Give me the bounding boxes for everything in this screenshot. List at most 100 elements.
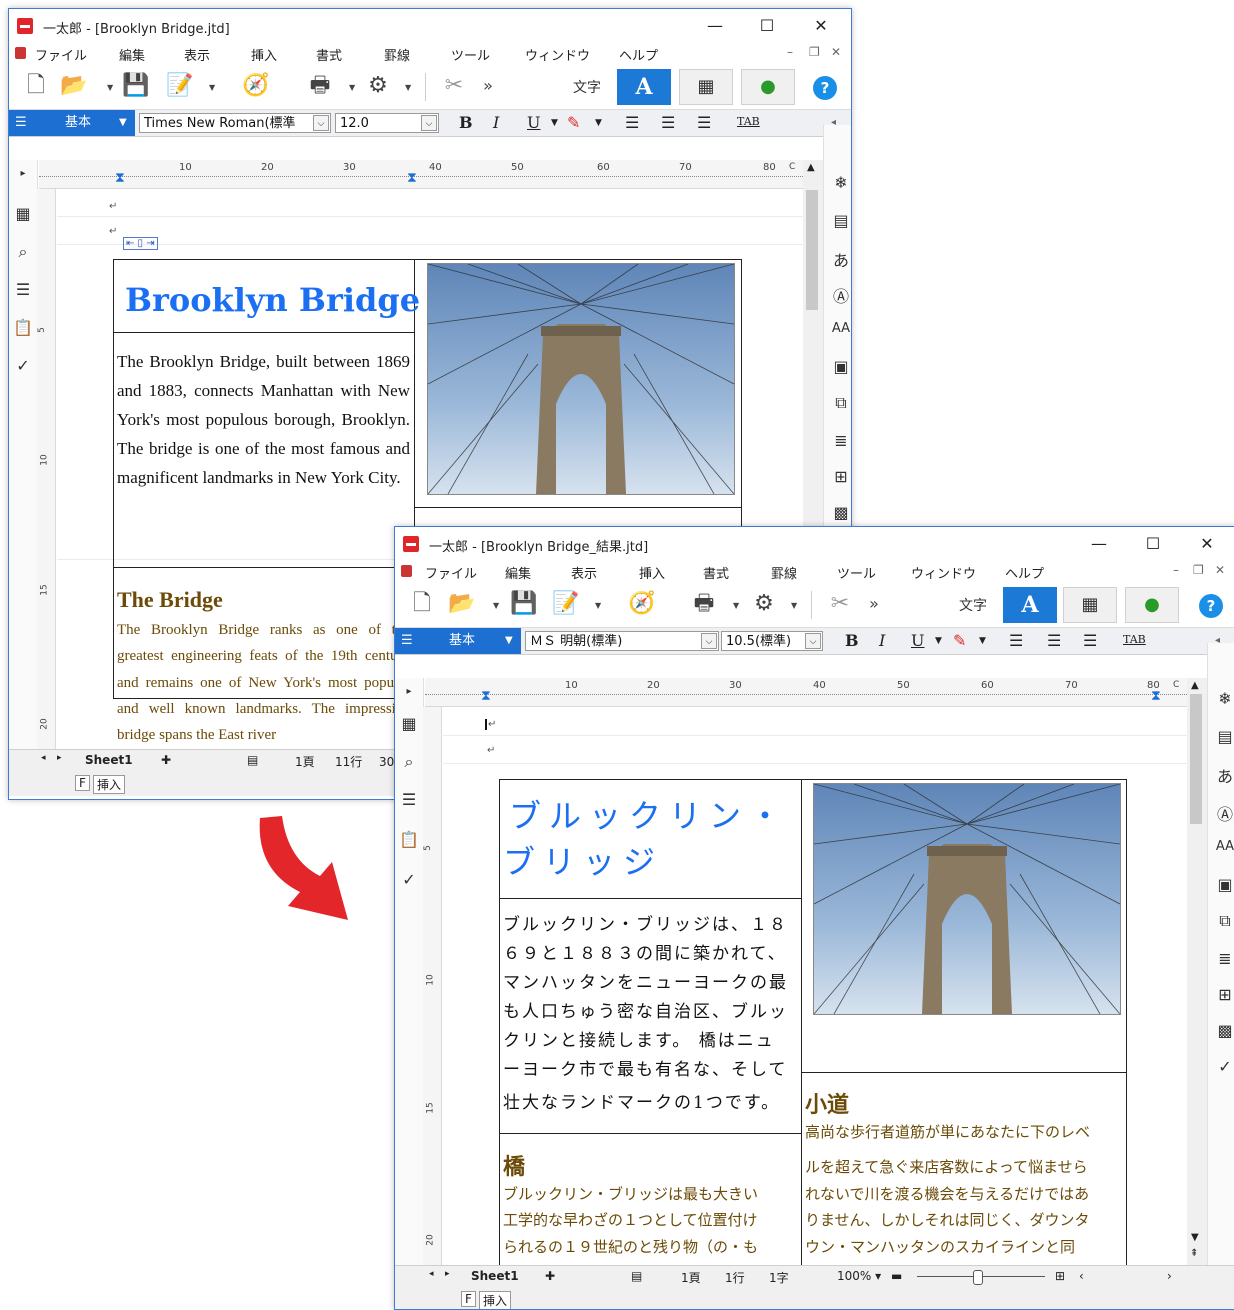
tab-icon[interactable]: TAB <box>1123 633 1146 646</box>
more-tools-icon[interactable]: » <box>859 589 889 619</box>
font-style-icon[interactable]: Ⓐ <box>1215 801 1234 824</box>
indent-icon[interactable]: ≣ <box>831 431 851 453</box>
palette-icon[interactable]: ❄ <box>1215 689 1234 711</box>
document-area[interactable]: ↵ ↵ ブルックリン・ ブリッジ ブルックリン・ブリッジは、１８ ６９と１８８３… <box>443 707 1187 1273</box>
close-button[interactable]: ✕ <box>1187 531 1227 557</box>
align-center-icon[interactable]: ☰ <box>661 113 675 132</box>
font-style-icon[interactable]: Ⓐ <box>831 283 851 306</box>
save-dropdown-icon[interactable]: ▼ <box>595 601 601 610</box>
grid-icon[interactable]: ▩ <box>831 503 851 525</box>
check-icon[interactable]: ✓ <box>13 356 33 376</box>
maximize-button[interactable]: ☐ <box>1133 531 1173 557</box>
scrollbar-thumb[interactable] <box>1190 694 1202 824</box>
scroll-up-icon[interactable]: ▲ <box>1191 680 1199 691</box>
add-sheet-icon[interactable]: ✚ <box>545 1269 555 1283</box>
style-selector[interactable]: ☰ 基本 ▼ <box>9 110 135 136</box>
mdi-close-icon[interactable]: ✕ <box>831 45 841 59</box>
save-as-icon[interactable]: 📝 <box>551 589 581 619</box>
insert-mode-indicator[interactable]: 挿入 <box>479 1291 512 1309</box>
font-size-icon[interactable]: AA <box>1215 839 1234 861</box>
copy-icon[interactable]: ⧉ <box>831 393 851 415</box>
tab-icon[interactable]: TAB <box>737 115 760 128</box>
font-size-field[interactable]: 10.5(標準) ⌵ <box>721 631 823 651</box>
sheet-tab[interactable]: Sheet1 <box>85 753 133 767</box>
column-handle-icon[interactable]: ⇤ ▯ ⇥ <box>123 237 158 250</box>
align-right-icon[interactable]: ☰ <box>1083 631 1097 650</box>
more-tools-icon[interactable]: » <box>473 71 503 101</box>
document-icon[interactable] <box>401 565 412 577</box>
layout-icon[interactable]: ▣ <box>831 357 851 379</box>
cut-icon[interactable]: ✂ <box>439 71 469 101</box>
check-icon[interactable]: ✓ <box>399 870 419 890</box>
print-settings-icon[interactable]: ⚙ <box>363 71 393 101</box>
table-mode-button[interactable]: ▦ <box>1063 587 1117 623</box>
vertical-ruler[interactable]: 5 10 15 20 <box>423 707 442 1273</box>
bridge-photo[interactable] <box>427 263 735 495</box>
print-icon[interactable]: 🖶 <box>305 71 335 101</box>
menu-format[interactable]: 書式 <box>703 563 729 582</box>
mdi-restore-icon[interactable]: ❐ <box>809 45 820 59</box>
zoom-slider-thumb[interactable] <box>973 1270 983 1285</box>
horizontal-ruler[interactable]: 10 20 30 40 50 60 70 80 C ⧗ ⧗ <box>425 678 1187 707</box>
menu-window[interactable]: ウィンドウ <box>525 45 590 64</box>
check-mark-icon[interactable]: ✓ <box>1215 1057 1234 1079</box>
new-document-icon[interactable]: 🗋 <box>21 71 51 101</box>
font-name-field[interactable]: ＭＳ 明朝(標準) ⌵ <box>525 631 719 651</box>
expand-panel-icon[interactable]: ▸ <box>399 686 419 706</box>
search-icon[interactable]: ⌕ <box>399 752 419 772</box>
indent-marker-icon[interactable]: ⧗ <box>115 170 125 186</box>
title-bar[interactable]: 一太郎 - [Brooklyn Bridge.jtd] — ☐ ✕ <box>9 9 851 43</box>
scroll-down-icon[interactable]: ▼ <box>1191 1232 1199 1243</box>
insert-mode-indicator[interactable]: 挿入 <box>93 775 126 794</box>
thumbnails-icon[interactable]: ▦ <box>13 204 33 224</box>
zoom-in-icon[interactable]: ⊞ <box>1055 1269 1065 1283</box>
menu-help[interactable]: ヘルプ <box>619 45 658 64</box>
menu-file[interactable]: ファイル <box>35 45 87 64</box>
align-right-icon[interactable]: ☰ <box>697 113 711 132</box>
menu-ruled-lines[interactable]: 罫線 <box>771 563 797 582</box>
page-up-icon[interactable]: ⇞ <box>1190 1248 1198 1259</box>
copy-icon[interactable]: ⧉ <box>1215 911 1234 933</box>
right-indent-marker-icon[interactable]: ⧗ <box>1151 688 1161 704</box>
font-dropdown-icon[interactable]: ⌵ <box>313 115 329 131</box>
print-dropdown-icon[interactable]: ▼ <box>733 601 739 610</box>
maximize-button[interactable]: ☐ <box>747 13 787 39</box>
style-dropdown-icon[interactable]: ▼ <box>505 628 513 654</box>
open-dropdown-icon[interactable]: ▼ <box>493 601 499 610</box>
help-icon[interactable]: ? <box>1199 594 1223 618</box>
cut-icon[interactable]: ✂ <box>825 589 855 619</box>
vertical-scrollbar[interactable]: ▲ ▼ ⇞ <box>1187 678 1207 1274</box>
underline-button[interactable]: U <box>527 113 540 132</box>
sheet-prev-icon[interactable]: ◂ <box>429 1269 434 1279</box>
align-left-icon[interactable]: ☰ <box>1009 631 1023 650</box>
grid-icon[interactable]: ▩ <box>1215 1021 1234 1043</box>
save-icon[interactable]: 💾 <box>121 71 151 101</box>
function-key-indicator[interactable]: F <box>461 1291 476 1307</box>
menu-edit[interactable]: 編集 <box>505 563 531 582</box>
save-dropdown-icon[interactable]: ▼ <box>209 83 215 92</box>
text-mode-button[interactable]: A <box>1003 587 1057 623</box>
bold-button[interactable]: B <box>459 113 473 132</box>
font-dropdown-icon[interactable]: ⌵ <box>701 633 717 649</box>
print-icon[interactable]: 🖶 <box>689 589 719 619</box>
sheet-prev-icon[interactable]: ◂ <box>41 753 46 763</box>
character-icon[interactable]: あ <box>831 247 851 270</box>
align-center-icon[interactable]: ☰ <box>1047 631 1061 650</box>
palette-icon[interactable]: ❄ <box>831 173 851 195</box>
menu-help[interactable]: ヘルプ <box>1005 563 1044 582</box>
open-dropdown-icon[interactable]: ▼ <box>107 83 113 92</box>
settings-dropdown-icon[interactable]: ▼ <box>791 601 797 610</box>
open-icon[interactable]: 📂 <box>447 589 477 619</box>
minimize-button[interactable]: — <box>1079 531 1119 557</box>
align-left-icon[interactable]: ☰ <box>625 113 639 132</box>
search-icon[interactable]: ⌕ <box>13 242 33 262</box>
expand-panel-icon[interactable]: ▸ <box>13 168 33 188</box>
font-size-icon[interactable]: AA <box>831 321 851 343</box>
menu-insert[interactable]: 挿入 <box>251 45 277 64</box>
calculator-icon[interactable]: ▤ <box>1215 727 1234 749</box>
function-key-indicator[interactable]: F <box>75 775 90 791</box>
bridge-photo[interactable] <box>813 783 1121 1015</box>
window-result[interactable]: 一太郎 - [Brooklyn Bridge_結果.jtd] — ☐ ✕ ファイ… <box>394 526 1234 1310</box>
style-selector[interactable]: ☰ 基本 ▼ <box>395 628 521 654</box>
hscroll-right-icon[interactable]: › <box>1167 1269 1172 1283</box>
